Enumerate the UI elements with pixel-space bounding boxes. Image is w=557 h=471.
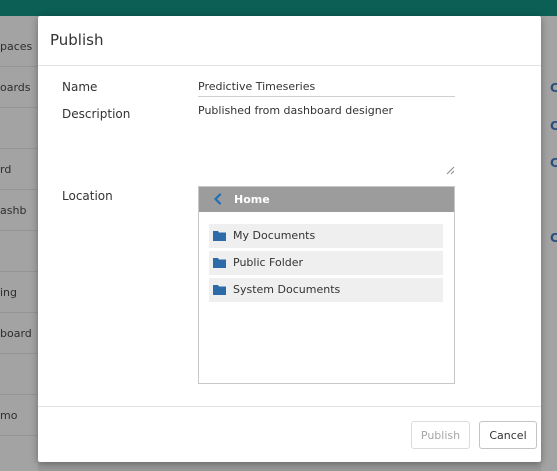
sidebar-item bbox=[0, 354, 38, 395]
background-right-panel: C C C C bbox=[541, 16, 557, 471]
sidebar-item: mo bbox=[0, 395, 38, 436]
location-browser: Home My Documents Public Folder System D… bbox=[198, 186, 455, 384]
folder-icon bbox=[213, 285, 226, 295]
background-sidebar: paces oards rd ashb ing board mo bbox=[0, 16, 38, 471]
sidebar-item: ing bbox=[0, 272, 38, 313]
browser-home-button[interactable]: Home bbox=[199, 187, 454, 212]
folder-label: My Documents bbox=[233, 229, 316, 242]
folder-icon bbox=[213, 231, 226, 241]
folder-icon bbox=[213, 258, 226, 268]
location-label: Location bbox=[62, 189, 113, 203]
cancel-button[interactable]: Cancel bbox=[479, 421, 537, 449]
resize-handle-icon[interactable] bbox=[446, 166, 455, 175]
app-topbar bbox=[0, 0, 557, 16]
folder-label: Public Folder bbox=[233, 256, 304, 269]
dialog-footer: Publish Cancel bbox=[38, 406, 541, 462]
background-glyph: C bbox=[550, 119, 557, 133]
dialog-header: Publish bbox=[38, 16, 541, 66]
background-bottom bbox=[38, 462, 541, 471]
folder-item-public-folder[interactable]: Public Folder bbox=[209, 251, 443, 275]
background-glyph: C bbox=[550, 231, 557, 245]
publish-button[interactable]: Publish bbox=[411, 421, 470, 449]
name-label: Name bbox=[62, 80, 98, 94]
publish-dialog: Publish Name Description Published from … bbox=[38, 16, 541, 462]
description-textarea[interactable]: Published from dashboard designer bbox=[198, 104, 455, 178]
background-glyph: C bbox=[550, 156, 557, 170]
sidebar-item: oards bbox=[0, 67, 38, 108]
folder-item-system-documents[interactable]: System Documents bbox=[209, 278, 443, 302]
folder-label: System Documents bbox=[233, 283, 341, 296]
sidebar-item bbox=[0, 231, 38, 272]
sidebar-item bbox=[0, 108, 38, 149]
sidebar-item: board bbox=[0, 313, 38, 354]
sidebar-item: rd bbox=[0, 149, 38, 190]
chevron-left-icon bbox=[214, 193, 222, 205]
sidebar-item: paces bbox=[0, 26, 38, 67]
description-label: Description bbox=[62, 107, 131, 121]
background-glyph: C bbox=[550, 81, 557, 95]
current-folder-label: Home bbox=[234, 193, 270, 206]
dialog-title: Publish bbox=[50, 31, 104, 49]
name-input[interactable] bbox=[198, 78, 455, 97]
sidebar-item: ashb bbox=[0, 190, 38, 231]
folder-item-my-documents[interactable]: My Documents bbox=[209, 224, 443, 248]
